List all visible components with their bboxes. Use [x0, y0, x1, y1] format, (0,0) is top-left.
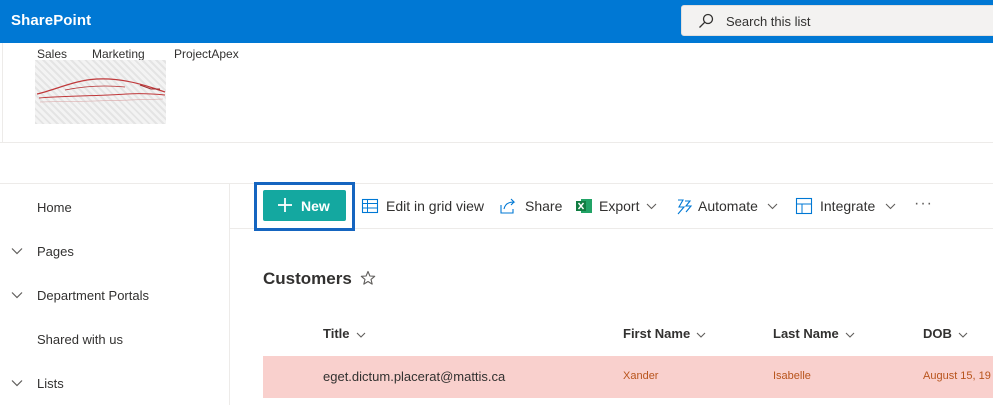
more-options-icon[interactable]: ··· [914, 195, 933, 213]
automate-icon [677, 199, 693, 215]
column-header-dob[interactable]: DOB [923, 326, 968, 341]
chevron-down-icon [885, 203, 896, 210]
grid-icon [361, 198, 379, 214]
suite-bar: SharePoint Search this list [0, 0, 993, 43]
column-header-label: DOB [923, 326, 952, 341]
share-icon [500, 198, 516, 214]
favorite-star-icon[interactable] [360, 270, 376, 286]
column-header-label: Title [323, 326, 350, 341]
new-button-label: New [301, 198, 330, 214]
column-header-title[interactable]: Title [323, 326, 366, 341]
share-label: Share [525, 198, 563, 214]
header-divider [0, 142, 993, 143]
column-header-first-name[interactable]: First Name [623, 326, 706, 341]
cell-last-name: Isabelle [773, 370, 811, 382]
cell-first-name: Xander [623, 370, 659, 382]
search-input[interactable]: Search this list [726, 14, 811, 29]
app-brand[interactable]: SharePoint [11, 12, 91, 29]
chevron-down-icon[interactable] [11, 245, 23, 257]
chevron-down-icon[interactable] [11, 377, 23, 389]
left-nav-label: Shared with us [37, 332, 123, 347]
divider [2, 43, 3, 143]
chevron-down-icon [958, 332, 968, 338]
left-nav-item-pages[interactable]: Pages [0, 237, 229, 267]
left-nav-item-home[interactable]: Home [0, 193, 229, 223]
column-header-label: First Name [623, 326, 691, 341]
chevron-down-icon [767, 203, 778, 210]
chevron-down-icon [696, 332, 706, 338]
left-nav-label: Pages [37, 244, 74, 259]
plus-icon [278, 198, 292, 212]
site-logo[interactable] [35, 60, 166, 124]
left-nav-label: Lists [37, 376, 64, 391]
cell-dob: August 15, 19 [923, 370, 991, 382]
automate-label: Automate [698, 198, 758, 214]
search-box[interactable]: Search this list [681, 5, 993, 36]
column-header-label: Last Name [773, 326, 839, 341]
chevron-down-icon[interactable] [11, 289, 23, 301]
left-nav-item-lists[interactable]: Lists [0, 369, 229, 399]
car-logo-icon [36, 78, 166, 103]
chevron-down-icon [646, 203, 657, 210]
left-nav-item-department-portals[interactable]: Department Portals [0, 281, 229, 311]
chevron-down-icon [845, 332, 855, 338]
list-title: Customers [263, 269, 352, 288]
hub-nav-sales[interactable]: Sales [37, 47, 67, 61]
cell-title[interactable]: eget.dictum.placerat@mattis.ca [323, 369, 505, 384]
integrate-label: Integrate [820, 198, 876, 214]
column-header-last-name[interactable]: Last Name [773, 326, 855, 341]
left-nav-label: Department Portals [37, 288, 149, 303]
new-button[interactable]: New [263, 190, 346, 221]
integrate-icon [795, 197, 813, 215]
export-label: Export [599, 198, 640, 214]
hub-nav-marketing[interactable]: Marketing [92, 47, 145, 61]
left-nav-label: Home [37, 200, 72, 215]
edit-grid-view-label: Edit in grid view [386, 198, 485, 214]
left-nav-item-shared-with-us[interactable]: Shared with us [0, 325, 229, 355]
hub-nav-projectapex[interactable]: ProjectApex [174, 47, 239, 61]
search-icon [699, 13, 714, 28]
excel-icon [576, 199, 592, 213]
chevron-down-icon [356, 332, 365, 338]
